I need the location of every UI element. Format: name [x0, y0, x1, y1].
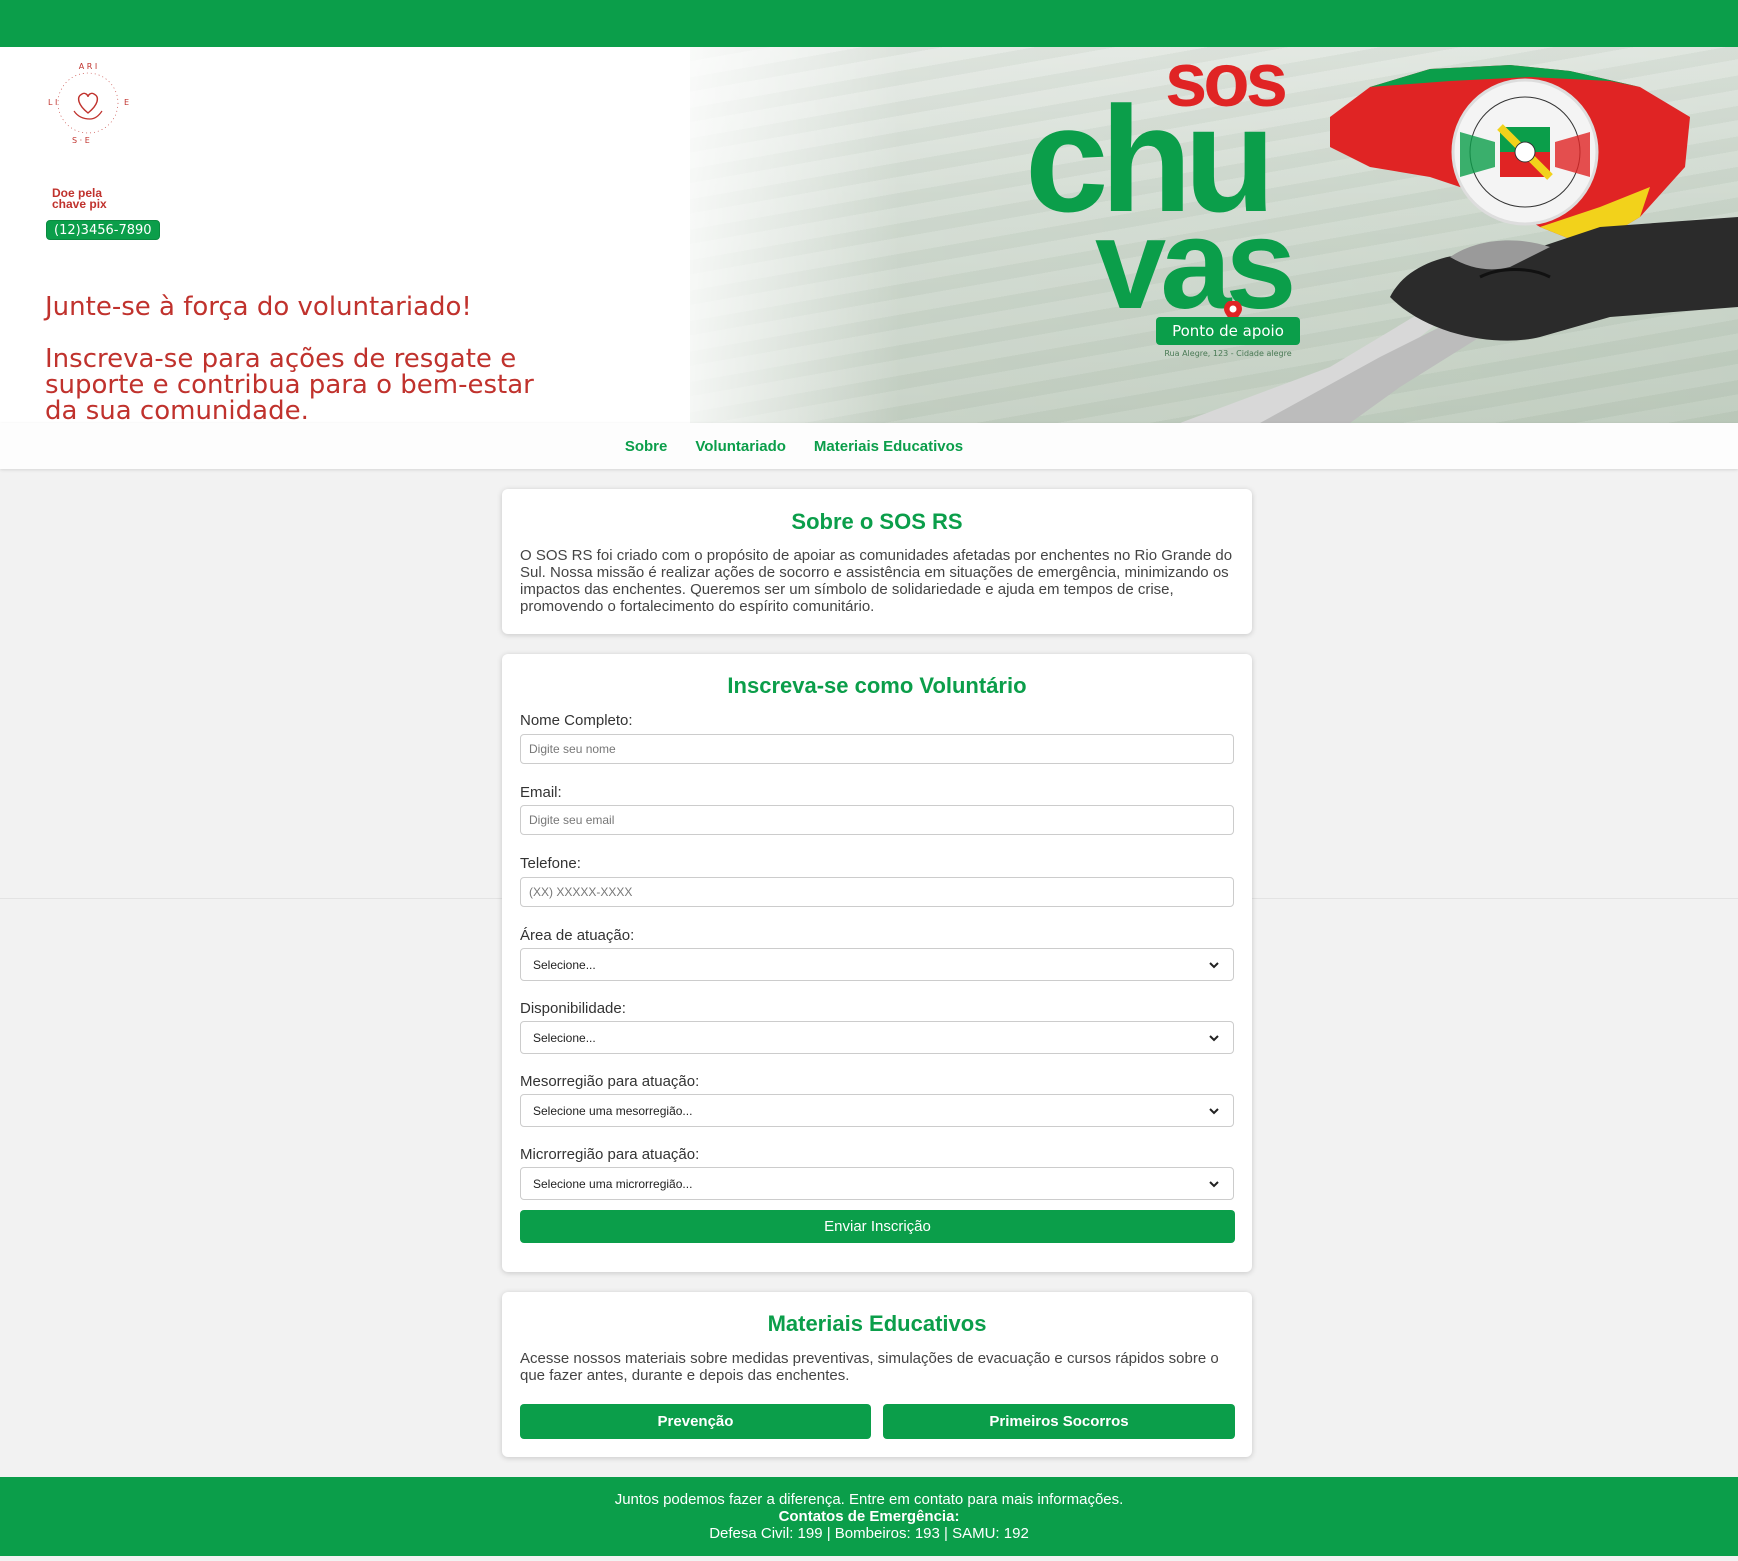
- name-input[interactable]: [520, 734, 1234, 764]
- name-label: Nome Completo:: [520, 712, 633, 729]
- hero-banner: A R I E D L I S · E Doe pela chave pix (…: [0, 47, 1738, 423]
- support-point-button[interactable]: Ponto de apoio: [1156, 317, 1300, 345]
- chevron-down-icon: [1209, 1107, 1219, 1114]
- top-bar: [0, 0, 1738, 47]
- phone-input[interactable]: [520, 877, 1234, 907]
- submit-button[interactable]: Enviar Inscrição: [520, 1210, 1235, 1243]
- hero-subtext: Inscreva-se para ações de resgate e supo…: [45, 344, 534, 423]
- solidarity-logo: A R I E D L I S · E: [48, 62, 132, 145]
- availability-select-value: Selecione...: [533, 1030, 596, 1045]
- pix-key-badge: (12)3456-7890: [46, 220, 160, 240]
- phone-label: Telefone:: [520, 855, 581, 872]
- email-input[interactable]: [520, 805, 1234, 835]
- microregion-label: Microrregião para atuação:: [520, 1146, 700, 1163]
- nav-link-voluntariado[interactable]: Voluntariado: [695, 438, 786, 455]
- about-section: Sobre o SOS RS O SOS RS foi criado com o…: [502, 489, 1252, 634]
- svg-text:E D: E D: [124, 98, 132, 107]
- area-label: Área de atuação:: [520, 927, 635, 944]
- first-aid-button[interactable]: Primeiros Socorros: [883, 1404, 1235, 1439]
- area-select[interactable]: Selecione...: [520, 948, 1234, 981]
- mesoregion-select[interactable]: Selecione uma mesorregião...: [520, 1094, 1234, 1127]
- footer-contacts-title: Contatos de Emergência:: [778, 1508, 960, 1525]
- svg-text:A R I: A R I: [79, 62, 97, 71]
- helping-hands-illustration: [1180, 217, 1738, 423]
- microregion-select-value: Selecione uma microrregião...: [533, 1176, 693, 1191]
- footer-contacts: Defesa Civil: 199 | Bombeiros: 193 | SAM…: [709, 1525, 1029, 1542]
- pix-label: Doe pela chave pix: [52, 186, 107, 211]
- mesoregion-select-value: Selecione uma mesorregião...: [533, 1103, 693, 1118]
- footer-message: Juntos podemos fazer a diferença. Entre …: [614, 1491, 1124, 1508]
- availability-label: Disponibilidade:: [520, 1000, 626, 1017]
- mesoregion-label: Mesorregião para atuação:: [520, 1073, 700, 1090]
- volunteer-form: Inscreva-se como Voluntário Nome Complet…: [502, 654, 1252, 1272]
- chevron-down-icon: [1209, 961, 1219, 968]
- about-title: Sobre o SOS RS: [791, 509, 963, 534]
- hero-fade: [640, 47, 900, 423]
- chevron-down-icon: [1209, 1034, 1219, 1041]
- footer: Juntos podemos fazer a diferença. Entre …: [0, 1477, 1738, 1556]
- support-point-address: Rua Alegre, 123 - Cidade alegre: [1164, 349, 1292, 358]
- hero-headline: Junte-se à força do voluntariado!: [45, 292, 472, 322]
- availability-select[interactable]: Selecione...: [520, 1021, 1234, 1054]
- area-select-value: Selecione...: [533, 957, 596, 972]
- microregion-select[interactable]: Selecione uma microrregião...: [520, 1167, 1234, 1200]
- nav-link-sobre[interactable]: Sobre: [625, 438, 668, 455]
- materials-section: Materiais Educativos Acesse nossos mater…: [502, 1292, 1252, 1457]
- svg-text:L I: L I: [48, 98, 57, 107]
- about-text: O SOS RS foi criado com o propósito de a…: [520, 547, 1233, 615]
- email-label: Email:: [520, 784, 562, 801]
- prevention-button[interactable]: Prevenção: [520, 1404, 871, 1439]
- chevron-down-icon: [1209, 1180, 1219, 1187]
- nav-link-materiais[interactable]: Materiais Educativos: [814, 438, 963, 455]
- form-title: Inscreva-se como Voluntário: [727, 673, 1027, 698]
- main-nav: Sobre Voluntariado Materiais Educativos: [0, 423, 1738, 469]
- materials-title: Materiais Educativos: [767, 1311, 987, 1336]
- svg-text:S · E: S · E: [72, 136, 90, 145]
- materials-text: Acesse nossos materiais sobre medidas pr…: [520, 1350, 1219, 1384]
